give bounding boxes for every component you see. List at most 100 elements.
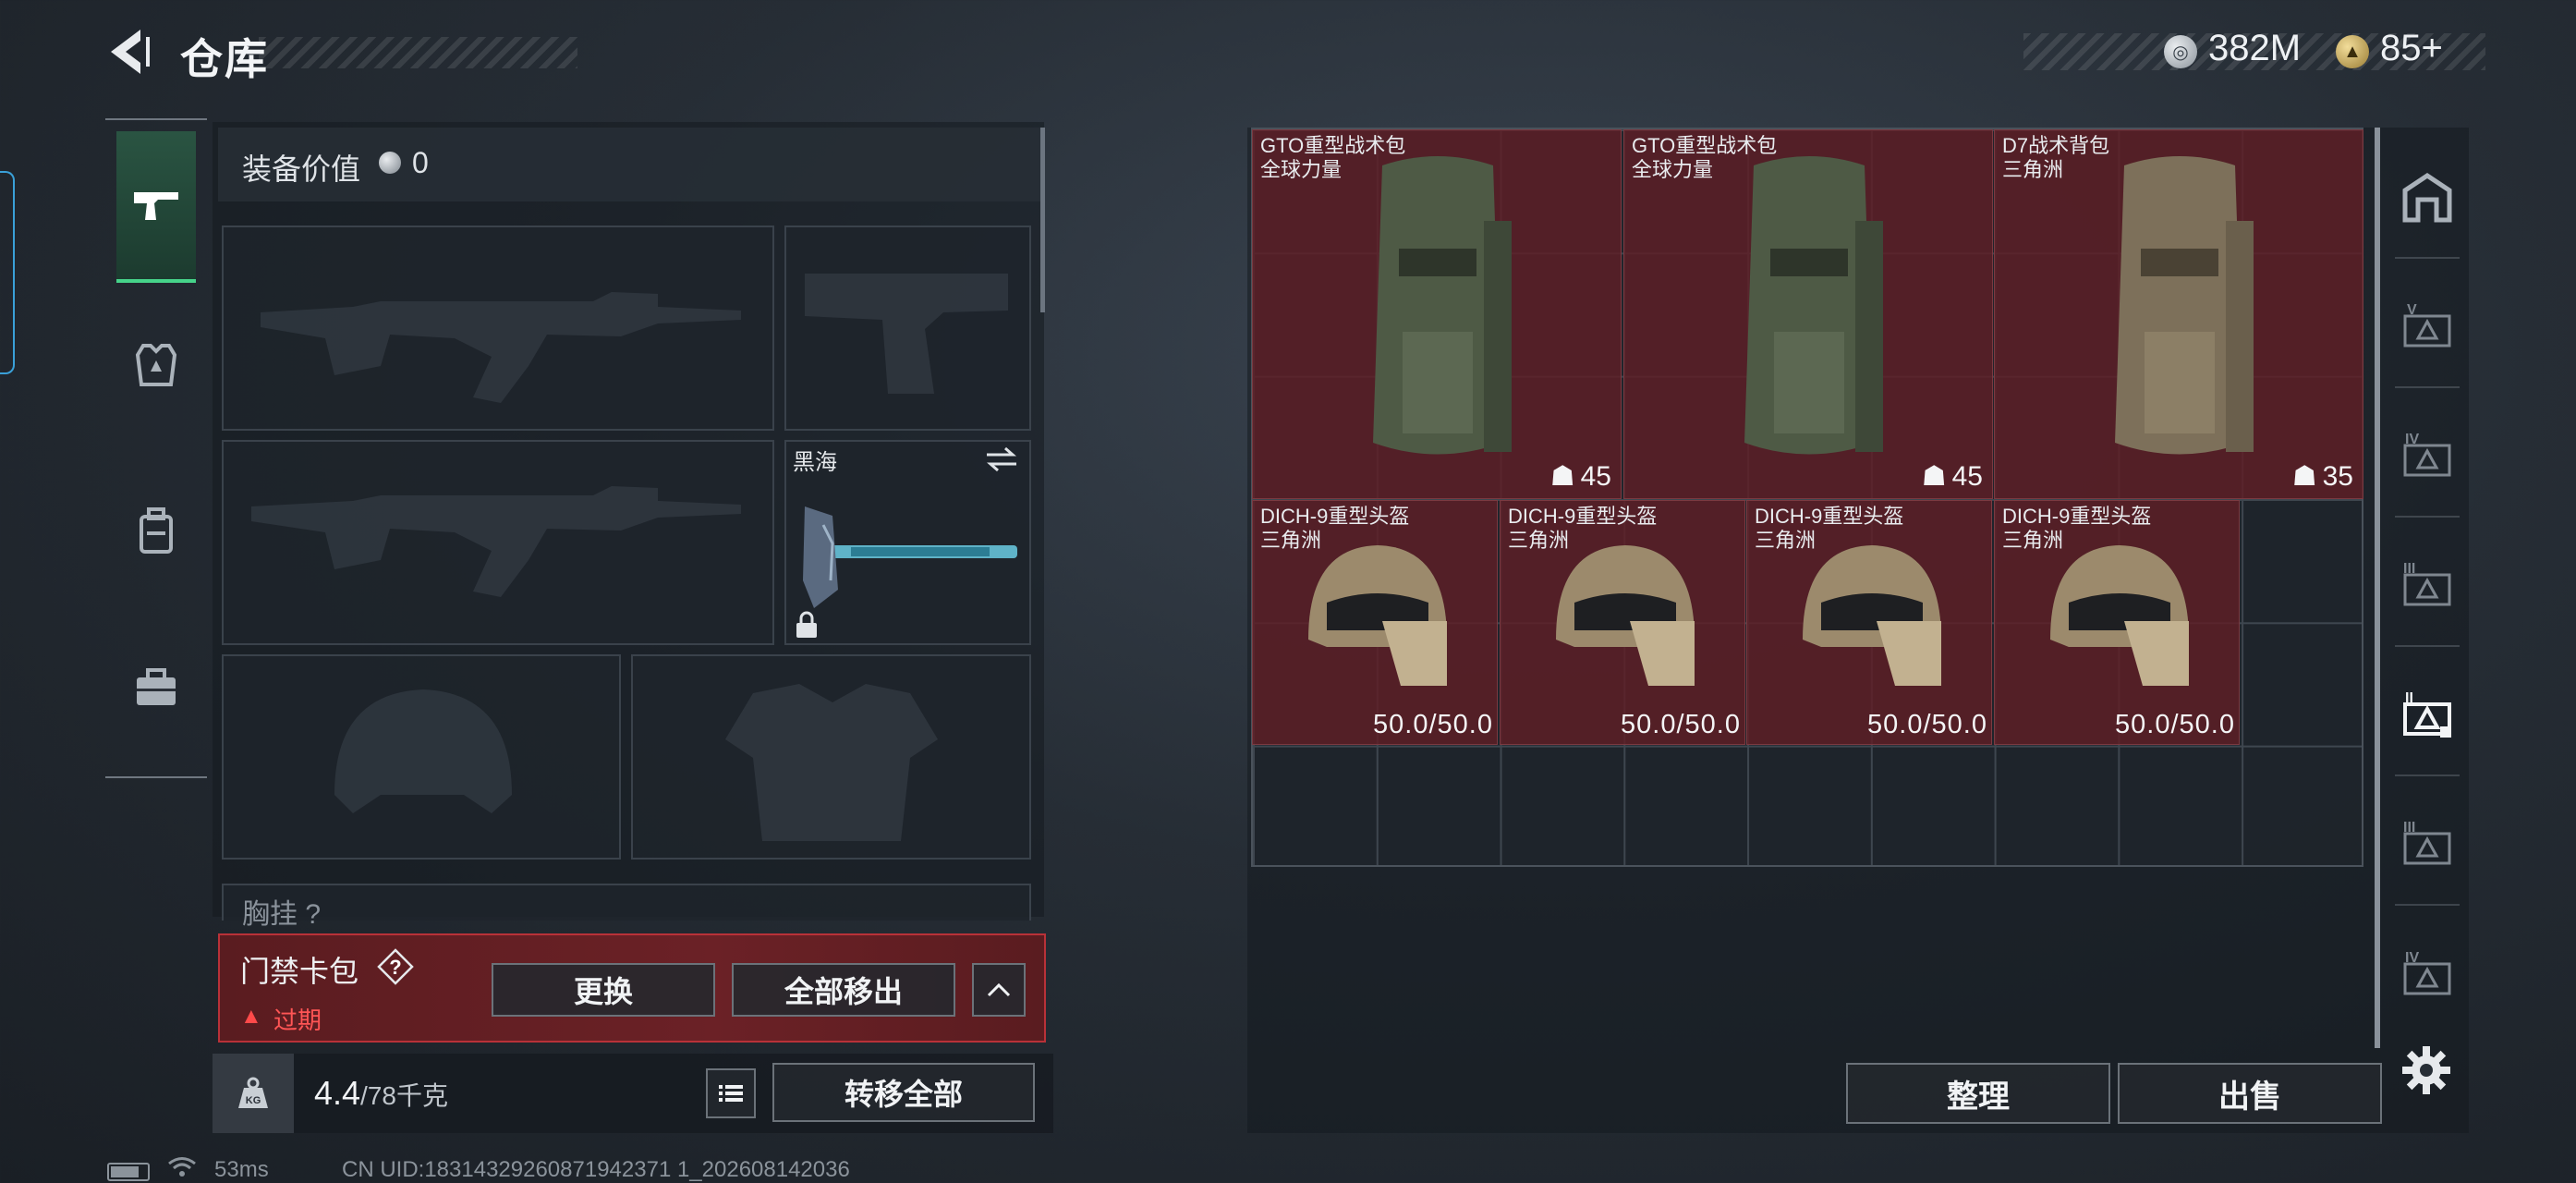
item-durability: 50.0/50.0 [2115, 710, 2235, 739]
svg-text:IV: IV [2405, 950, 2419, 966]
backpack-icon [1373, 156, 1512, 455]
tier-iii-icon: III [2403, 820, 2451, 865]
expired-status: 过期 [273, 1006, 322, 1034]
move-all-out-button[interactable]: 全部移出 [732, 963, 955, 1017]
item-capacity: ☗ 45 [1922, 460, 1983, 493]
item-map: 三角洲 [1508, 529, 1570, 552]
tab-backpack[interactable] [116, 462, 196, 601]
secondary-weapon-slot[interactable] [222, 440, 774, 645]
chest-rig-label: 胸挂 ? [242, 891, 321, 932]
chest-rig-text: 胸挂 [242, 899, 298, 930]
item-name: GTO重型战术包 [1260, 134, 1406, 157]
stash-item-helmet[interactable]: DICH-9重型头盔 三角洲 50.0/50.0 [1500, 500, 1745, 745]
help-icon[interactable]: ? [305, 899, 321, 930]
item-name: GTO重型战术包 [1632, 134, 1778, 157]
equip-value: 0 [412, 146, 429, 179]
title-decoration [259, 37, 577, 68]
stash-item-helmet[interactable]: DICH-9重型头盔 三角洲 50.0/50.0 [1252, 500, 1498, 745]
weight-value: 4.4/78千克 [314, 1074, 448, 1113]
stash-scrollbar[interactable] [2375, 128, 2380, 1048]
helmet-slot[interactable] [222, 654, 621, 860]
gold-bond-icon: ▲ [2336, 35, 2369, 68]
pistol-slot[interactable] [784, 226, 1031, 431]
body-armor-slot[interactable] [631, 654, 1031, 860]
svg-text:V: V [2407, 302, 2417, 318]
capacity-icon: ☗ [2291, 461, 2317, 492]
all-items-icon [2402, 172, 2452, 223]
wifi-icon [166, 1155, 198, 1183]
svg-text:IV: IV [2405, 432, 2419, 447]
capacity-icon: ☗ [1921, 461, 1947, 492]
stash-item-backpack[interactable]: GTO重型战术包 全球力量 ☗ 45 [1623, 129, 1993, 499]
backpack-icon [2115, 156, 2254, 455]
silver-coin-icon [379, 152, 401, 174]
stash-item-helmet[interactable]: DICH-9重型头盔 三角洲 50.0/50.0 [1746, 500, 1992, 745]
gear-icon [2402, 1046, 2450, 1094]
tab-weapons[interactable] [116, 131, 196, 283]
primary-weapon-slot[interactable] [222, 226, 774, 431]
melee-name: 黑海 [793, 450, 837, 475]
tab-divider [105, 118, 207, 120]
replace-button[interactable]: 更换 [492, 963, 715, 1017]
sort-button[interactable]: 整理 [1846, 1063, 2110, 1124]
transfer-all-button[interactable]: 转移全部 [772, 1063, 1035, 1122]
category-tier-v[interactable]: V [2395, 268, 2460, 388]
lock-icon [793, 610, 820, 640]
sell-button[interactable]: 出售 [2118, 1063, 2382, 1124]
category-all[interactable] [2395, 139, 2460, 259]
stash-item-helmet[interactable]: DICH-9重型头盔 三角洲 50.0/50.0 [1994, 500, 2240, 745]
briefcase-icon [137, 668, 176, 705]
capacity-icon: ☗ [1549, 461, 1575, 492]
battery-level [111, 1166, 139, 1177]
backpack-icon [1744, 156, 1883, 455]
armor-silhouette-icon [725, 684, 938, 841]
tab-case[interactable] [116, 619, 196, 758]
item-durability: 50.0/50.0 [1867, 710, 1987, 739]
item-map: 三角洲 [2002, 158, 2064, 181]
stash-item-backpack[interactable]: D7战术背包 三角洲 ☗ 35 [1994, 129, 2363, 499]
loadout-scrollbar[interactable] [1040, 128, 1045, 312]
settings-button[interactable] [2399, 1043, 2454, 1098]
pistol-silhouette-icon [805, 274, 1008, 394]
helmet-silhouette-icon [334, 689, 512, 813]
tier-ii-icon: II [2403, 690, 2451, 738]
collapse-button[interactable] [972, 963, 1026, 1017]
bond-balance[interactable]: 85+ [2380, 28, 2443, 69]
help-icon[interactable]: ? [377, 948, 414, 985]
axe-icon [803, 506, 1017, 608]
back-arrow-icon [111, 30, 150, 74]
svg-text:III: III [2403, 820, 2415, 835]
category-tier-ii[interactable]: II [2395, 656, 2460, 776]
backpack-icon [140, 507, 173, 554]
category-tier-iii[interactable]: III [2395, 786, 2460, 906]
stash-item-backpack[interactable]: GTO重型战术包 全球力量 ☗ 45 [1252, 129, 1622, 499]
equip-value-label: 装备价值 [242, 152, 361, 186]
tier-iv-icon: IV [2403, 432, 2451, 477]
item-name: DICH-9重型头盔 [1260, 505, 1410, 528]
svg-text:III: III [2403, 561, 2415, 577]
svg-text:KG: KG [246, 1095, 261, 1106]
chest-rig-slot[interactable] [222, 884, 1031, 921]
list-view-button[interactable] [706, 1068, 756, 1118]
item-capacity: ☗ 35 [2292, 460, 2353, 493]
back-button[interactable] [102, 24, 157, 79]
svg-text:II: II [2405, 690, 2413, 706]
item-name: DICH-9重型头盔 [1508, 505, 1658, 528]
list-icon [719, 1085, 743, 1102]
category-tier-iii[interactable]: III [2395, 527, 2460, 647]
item-name: DICH-9重型头盔 [2002, 505, 2152, 528]
weight-icon: KG [213, 1054, 294, 1133]
item-name: D7战术背包 [2002, 134, 2110, 157]
item-map: 三角洲 [1260, 529, 1322, 552]
weight-max: /78千克 [360, 1081, 448, 1110]
tab-armor[interactable] [116, 296, 196, 434]
weight-current: 4.4 [314, 1074, 361, 1112]
rifle-silhouette-icon [251, 486, 741, 597]
swap-icon[interactable] [983, 445, 1020, 473]
category-tier-iv[interactable]: IV [2395, 397, 2460, 518]
capacity-value: 45 [1580, 460, 1611, 492]
helmet-icon [1803, 545, 1941, 686]
warning-icon: ▲ [240, 1004, 262, 1029]
item-map: 全球力量 [1260, 158, 1343, 181]
category-tier-iv[interactable]: IV [2395, 915, 2460, 1035]
